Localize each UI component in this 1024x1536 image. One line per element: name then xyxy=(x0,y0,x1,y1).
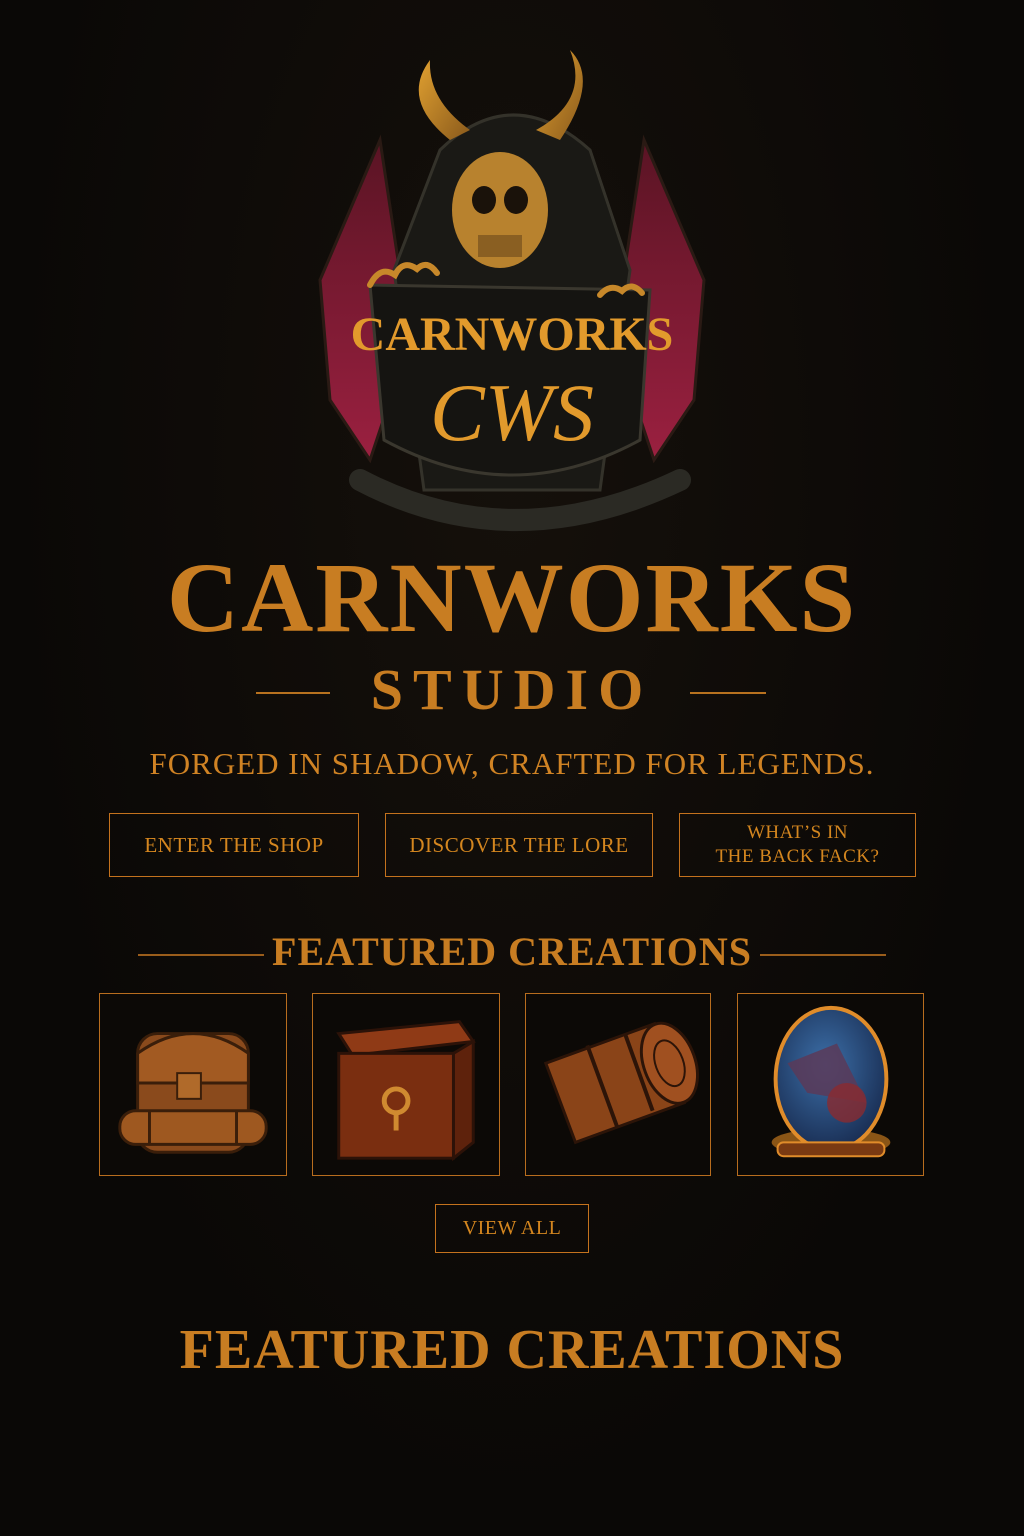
featured-heading: FEATURED CREATIONS xyxy=(272,929,752,974)
dragon-egg-icon xyxy=(771,1005,891,1158)
brand-title: CARNWORKS xyxy=(166,542,858,653)
brand-subtitle: STUDIO xyxy=(370,657,654,722)
featured-heading-row: FEATURED CREATIONS xyxy=(0,924,1024,980)
product-card-bedroll[interactable] xyxy=(525,993,711,1176)
divider-line xyxy=(760,954,886,956)
tagline: FORGED IN SHADOW, CRAFTED FOR LEGENDS. xyxy=(149,746,875,781)
backpack-button[interactable]: WHAT’S IN THE BACK FACK? xyxy=(679,813,916,877)
divider-line xyxy=(690,692,766,694)
backpack-label-line1: WHAT’S IN xyxy=(746,822,849,843)
view-all-button[interactable]: VIEW ALL xyxy=(435,1204,589,1253)
backpack-icon xyxy=(118,1032,268,1154)
enter-shop-button[interactable]: ENTER THE SHOP xyxy=(109,813,359,877)
right-horn xyxy=(536,50,583,140)
leather-box-icon xyxy=(336,1020,476,1162)
left-horn xyxy=(418,60,470,140)
logo-monogram: CWS xyxy=(430,367,594,458)
brand-logo: CARNWORKS CWS xyxy=(300,40,724,540)
studio-row: STUDIO xyxy=(0,660,1024,720)
backpack-label: WHAT’S IN THE BACK FACK? xyxy=(716,821,880,869)
discover-lore-label: DISCOVER THE LORE xyxy=(409,832,629,857)
product-card-backpack[interactable] xyxy=(99,993,287,1176)
product-card-box[interactable] xyxy=(312,993,500,1176)
view-all-label: VIEW ALL xyxy=(462,1217,562,1239)
logo-wordmark: CARNWORKS xyxy=(351,308,674,361)
bedroll-icon xyxy=(543,1021,699,1145)
backpack-label-line2: THE BACK FACK? xyxy=(715,846,880,867)
product-card-dragon-egg[interactable] xyxy=(737,993,924,1176)
enter-shop-label: ENTER THE SHOP xyxy=(144,832,324,857)
discover-lore-button[interactable]: DISCOVER THE LORE xyxy=(385,813,653,877)
section-heading-featured: FEATURED CREATIONS xyxy=(179,1319,845,1381)
